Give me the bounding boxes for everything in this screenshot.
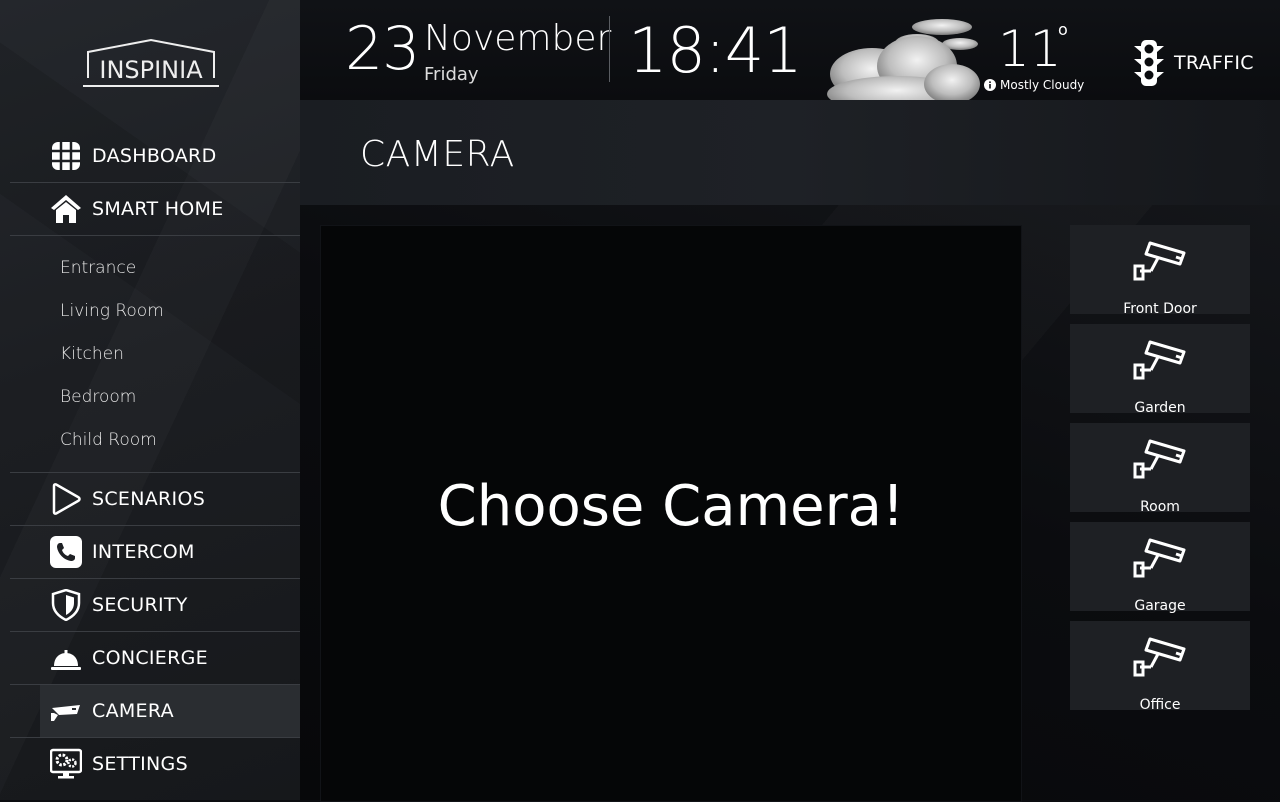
nav-item-smart-home[interactable]: SMART HOME: [10, 183, 300, 235]
nav-label-security: SECURITY: [92, 594, 188, 616]
nav-label-scenarios: SCENARIOS: [92, 488, 206, 510]
camera-tile-garden[interactable]: Garden: [1070, 324, 1250, 416]
camera-tile-label: Garage: [1134, 598, 1186, 614]
security-camera-icon: [1133, 637, 1186, 677]
degree-symbol: o: [1058, 20, 1068, 39]
service-bell-icon: [51, 650, 81, 670]
info-icon: [984, 79, 996, 91]
phone-icon: [50, 536, 82, 568]
weather-condition-text: Mostly Cloudy: [1000, 78, 1085, 92]
camera-tile-garage[interactable]: Garage: [1070, 522, 1250, 614]
nav-label-smart-home: SMART HOME: [92, 198, 224, 220]
house-icon: [51, 195, 81, 223]
nav-label-camera: CAMERA: [92, 700, 174, 722]
room-item-bedroom[interactable]: Bedroom: [60, 387, 136, 407]
nav-item-scenarios[interactable]: SCENARIOS: [10, 473, 300, 525]
traffic-button[interactable]: TRAFFIC: [1134, 40, 1254, 86]
camera-tile-label: Front Door: [1123, 301, 1197, 317]
camera-tile-room[interactable]: Room: [1070, 423, 1250, 515]
play-icon: [52, 483, 81, 515]
room-item-living-room[interactable]: Living Room: [60, 301, 164, 321]
inspinia-logo: INSPINIA: [80, 38, 222, 90]
security-camera-icon: [1133, 439, 1186, 479]
shield-icon: [51, 589, 81, 621]
nav-item-settings[interactable]: SETTINGS: [10, 738, 300, 790]
sidebar: INSPINIA DASHBOARD SMART HOME Entrance L…: [0, 0, 300, 800]
security-camera-icon: [1133, 241, 1186, 281]
logo-text: INSPINIA: [99, 56, 203, 84]
nav-item-dashboard[interactable]: DASHBOARD: [10, 130, 300, 182]
nav-item-concierge[interactable]: CONCIERGE: [10, 632, 300, 684]
nav-label-settings: SETTINGS: [92, 753, 188, 775]
date-day: 23: [345, 14, 420, 84]
security-camera-icon: [1133, 340, 1186, 380]
camera-tile-office[interactable]: Office: [1070, 621, 1250, 713]
date-month: November: [424, 18, 612, 59]
nav-label-dashboard: DASHBOARD: [92, 145, 217, 167]
temperature: 11: [998, 20, 1062, 78]
nav-item-intercom[interactable]: INTERCOM: [10, 526, 300, 578]
divider: [10, 235, 300, 236]
room-item-kitchen[interactable]: Kitchen: [60, 344, 124, 364]
nav-label-concierge: CONCIERGE: [92, 647, 208, 669]
camera-viewer: Choose Camera!: [320, 225, 1022, 802]
nav-label-intercom: INTERCOM: [92, 541, 195, 563]
room-item-entrance[interactable]: Entrance: [60, 258, 136, 278]
header-divider: [609, 16, 610, 82]
settings-monitor-icon: [50, 748, 82, 779]
camera-tile-label: Garden: [1134, 400, 1186, 416]
page-title: CAMERA: [360, 134, 515, 175]
traffic-light-icon: [1134, 40, 1164, 86]
camera-tile-label: Room: [1140, 499, 1180, 515]
nav-item-security[interactable]: SECURITY: [10, 579, 300, 631]
date-weekday: Friday: [424, 64, 479, 85]
top-bar: 23 November Friday 18:41 11 o Mostly Clo…: [300, 0, 1280, 112]
security-camera-icon: [51, 705, 80, 721]
choose-camera-prompt: Choose Camera!: [437, 474, 905, 539]
page-header: CAMERA: [300, 100, 1280, 205]
security-camera-icon: [1133, 538, 1186, 578]
room-item-child-room[interactable]: Child Room: [60, 430, 157, 450]
camera-tile-front-door[interactable]: Front Door: [1070, 225, 1250, 317]
nav-item-camera[interactable]: CAMERA: [40, 685, 300, 737]
clock: 18:41: [628, 14, 803, 87]
grid-icon: [52, 142, 80, 170]
weather-condition: Mostly Cloudy: [984, 78, 1084, 92]
camera-tile-label: Office: [1139, 697, 1181, 713]
traffic-label: TRAFFIC: [1174, 52, 1254, 74]
